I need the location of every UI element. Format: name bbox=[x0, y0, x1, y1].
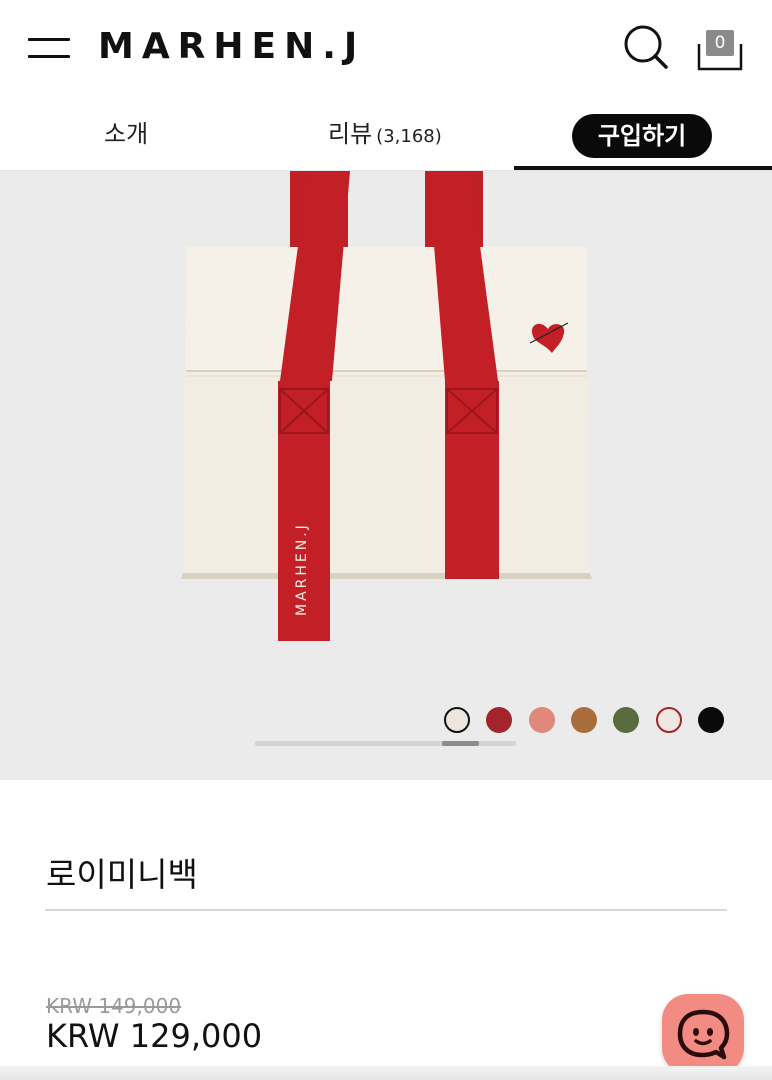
color-swatch[interactable] bbox=[655, 707, 682, 733]
cart-button[interactable]: 0 bbox=[696, 30, 744, 72]
original-price: KRW 149,000 bbox=[46, 994, 182, 1018]
gallery-scroll-thumb[interactable] bbox=[442, 741, 479, 746]
color-swatch[interactable] bbox=[528, 707, 555, 733]
cart-count-badge: 0 bbox=[706, 30, 734, 56]
header: MARHEN.J 0 bbox=[0, 0, 772, 100]
tab-review[interactable]: 리뷰 (3,168) bbox=[328, 114, 442, 149]
bottom-bar bbox=[0, 1066, 772, 1080]
active-tab-indicator bbox=[514, 166, 772, 170]
search-icon[interactable] bbox=[622, 24, 670, 72]
review-count: (3,168) bbox=[376, 126, 442, 147]
color-swatch[interactable] bbox=[697, 707, 724, 733]
product-tabs: 소개 리뷰 (3,168) 구입하기 bbox=[0, 100, 772, 171]
product-gallery[interactable]: MARHEN.J bbox=[0, 171, 772, 780]
color-swatch[interactable] bbox=[613, 707, 640, 733]
brand-logo[interactable]: MARHEN.J bbox=[98, 26, 365, 67]
tab-buy[interactable]: 구입하기 bbox=[572, 114, 712, 158]
menu-icon[interactable] bbox=[28, 38, 70, 60]
divider bbox=[45, 909, 727, 911]
color-swatch[interactable] bbox=[444, 707, 470, 733]
gallery-scrollbar[interactable] bbox=[255, 741, 516, 746]
sale-price: KRW 129,000 bbox=[46, 1017, 263, 1055]
tab-review-label: 리뷰 bbox=[328, 120, 373, 148]
color-swatch[interactable] bbox=[570, 707, 597, 733]
chat-button[interactable] bbox=[662, 994, 744, 1074]
tab-intro[interactable]: 소개 bbox=[104, 114, 148, 149]
product-name: 로이미니백 bbox=[46, 855, 198, 894]
chat-icon bbox=[677, 1009, 730, 1060]
strap-brand-text: MARHEN.J bbox=[294, 522, 310, 616]
product-image: MARHEN.J bbox=[181, 171, 592, 641]
